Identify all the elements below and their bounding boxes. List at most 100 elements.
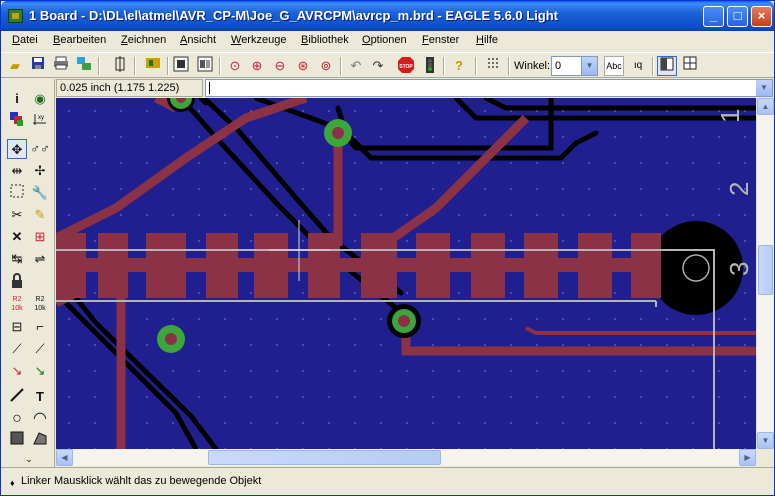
scroll-up-button[interactable]: ▲ [757, 98, 774, 115]
circle-icon[interactable]: ○ [7, 409, 27, 429]
split-icon[interactable]: ⟋ [7, 339, 27, 359]
mirror-icon[interactable]: ⇹ [7, 161, 27, 181]
open-icon[interactable]: ▰ [5, 56, 25, 76]
scroll-right-button[interactable]: ▶ [739, 449, 756, 466]
coordinate-display: 0.025 inch (1.175 1.225) [56, 79, 203, 97]
text-size-icon[interactable]: Abc [604, 56, 624, 76]
scroll-left-button[interactable]: ◀ [56, 449, 73, 466]
board-drawing: 1 2 3 [56, 98, 756, 449]
menu-optionen[interactable]: Optionen [362, 34, 407, 46]
delete-icon[interactable]: ✕ [7, 227, 27, 247]
pin-label: 3 [724, 262, 754, 276]
menu-bearbeiten[interactable]: Bearbeiten [53, 34, 106, 46]
menu-ansicht[interactable]: Ansicht [180, 34, 216, 46]
minimize-button[interactable]: _ [703, 6, 724, 27]
pin-label: 2 [724, 182, 754, 196]
pinswap-icon[interactable]: ↹ [7, 249, 27, 269]
zoom-select-icon[interactable]: ⊚ [316, 56, 336, 76]
main-toolbar: ▰ ⊙ ⊕ ⊖ ⊛ ⊚ ↶ ↷ STOP ? Winkel: 0 ▼ Abc ı… [1, 52, 774, 78]
more-icon[interactable]: ⌄ [19, 449, 39, 469]
eagle-app-icon[interactable] [8, 9, 23, 23]
winkel-value: 0 [555, 60, 562, 72]
vertical-scrollbar[interactable]: ▲ ▼ [756, 98, 774, 449]
undo-icon[interactable]: ↶ [346, 56, 366, 76]
polygon-icon[interactable] [30, 431, 50, 451]
ulp-icon[interactable] [195, 56, 215, 76]
bottom-trace [198, 98, 209, 106]
lock-icon[interactable] [7, 273, 27, 293]
menu-fenster[interactable]: Fenster [422, 34, 459, 46]
status-bar: ♦ Linker Mausklick wählt das zu bewegend… [1, 467, 774, 495]
via-drill [165, 333, 177, 345]
menu-bar: Datei Bearbeiten Zeichnen Ansicht Werkze… [1, 31, 774, 50]
layout-a-icon[interactable] [657, 56, 677, 76]
display-icon[interactable] [7, 111, 27, 131]
grid-layers-icon[interactable] [110, 56, 130, 76]
zoom-out-icon[interactable]: ⊖ [270, 56, 290, 76]
pin-label: 1 [715, 109, 745, 123]
close-button[interactable]: × [751, 6, 772, 27]
wire-icon[interactable] [7, 387, 27, 407]
chevron-down-icon[interactable]: ▼ [581, 57, 597, 75]
value-icon[interactable]: R2 10k [30, 295, 50, 315]
ripup-icon[interactable]: ↘ [30, 361, 50, 381]
text-icon[interactable]: T [30, 387, 50, 407]
board-icon[interactable] [143, 56, 163, 76]
via-drill [398, 315, 410, 327]
move-icon[interactable]: ✥ [7, 139, 27, 159]
maximize-button[interactable]: □ [727, 6, 748, 27]
via-drill [332, 127, 344, 139]
redo-icon[interactable]: ↷ [368, 56, 388, 76]
cut-icon[interactable]: ✂ [7, 205, 27, 225]
menu-bibliothek[interactable]: Bibliothek [301, 34, 349, 46]
zoom-redraw-icon[interactable]: ⊛ [293, 56, 313, 76]
scroll-down-button[interactable]: ▼ [757, 432, 774, 449]
name-icon[interactable]: R2 10k [7, 295, 27, 315]
miter-icon[interactable]: ⌐ [30, 317, 50, 337]
print-icon[interactable] [51, 56, 71, 76]
layout-b-icon[interactable] [680, 56, 700, 76]
winkel-select[interactable]: 0 ▼ [551, 56, 598, 76]
schematic-icon[interactable] [171, 56, 191, 76]
svg-text:STOP: STOP [399, 64, 413, 70]
menu-zeichnen[interactable]: Zeichnen [121, 34, 166, 46]
smash-icon[interactable]: ⊟ [7, 317, 27, 337]
help-icon[interactable]: ? [449, 56, 469, 76]
text-ratio-icon[interactable]: ıq [628, 56, 648, 76]
mark-icon[interactable]: xy [30, 111, 50, 131]
zoom-in-icon[interactable]: ⊕ [247, 56, 267, 76]
text-caret [209, 82, 210, 94]
status-text: Linker Mausklick wählt das zu bewegende … [21, 475, 262, 487]
vertical-scroll-thumb[interactable] [758, 245, 773, 295]
grid-icon[interactable] [484, 56, 504, 76]
menu-datei[interactable]: Datei [12, 34, 38, 46]
menu-hilfe[interactable]: Hilfe [476, 34, 498, 46]
route-icon[interactable]: ↘ [7, 361, 27, 381]
cam-icon[interactable] [74, 56, 94, 76]
svg-text:xy: xy [38, 115, 44, 121]
change-icon[interactable]: 🔧 [30, 183, 50, 203]
menu-werkzeuge[interactable]: Werkzeuge [231, 34, 286, 46]
status-arrow-icon: ♦ [10, 478, 15, 488]
copy-icon[interactable]: ♂♂ [30, 139, 50, 159]
rotate-icon[interactable]: ✢ [30, 161, 50, 181]
arc-icon[interactable]: ◠ [30, 409, 50, 429]
chevron-down-icon[interactable]: ▼ [756, 80, 772, 96]
info-icon[interactable]: i [7, 89, 27, 109]
optimize-icon[interactable]: ⟋ [30, 339, 50, 359]
paste-icon[interactable]: ✎ [30, 205, 50, 225]
add-icon[interactable]: ⊞ [30, 227, 50, 247]
go-icon[interactable] [420, 56, 440, 76]
horizontal-scrollbar[interactable]: ◀ ▶ [56, 449, 756, 466]
title-bar[interactable]: 1 Board - D:\DL\el\atmel\AVR_CP-M\Joe_G_… [1, 1, 774, 31]
show-icon[interactable]: ◉ [30, 89, 50, 109]
zoom-fit-icon[interactable]: ⊙ [225, 56, 245, 76]
rect-icon[interactable] [7, 431, 27, 451]
stop-icon[interactable]: STOP [396, 56, 416, 76]
command-input[interactable]: ▼ [205, 79, 773, 97]
board-canvas[interactable]: 1 2 3 [56, 98, 756, 449]
save-icon[interactable] [28, 56, 48, 76]
gateswap-icon[interactable]: ⇌ [30, 249, 50, 269]
horizontal-scroll-thumb[interactable] [208, 450, 441, 465]
group-icon[interactable] [7, 183, 27, 203]
